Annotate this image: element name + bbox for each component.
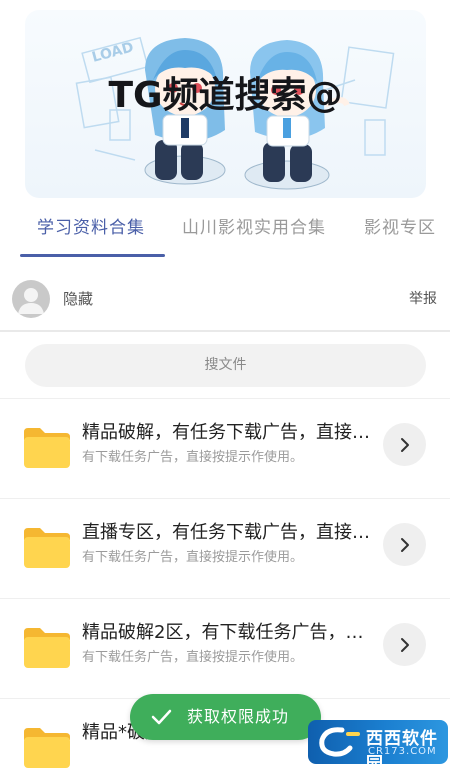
file-title: 精品破解，有任务下载广告，直接按提示作使用。	[82, 422, 372, 443]
banner-image[interactable]: LOAD TG频道搜索@	[25, 10, 426, 198]
list-item[interactable]: 直播专区，有任务下载广告，直接按提示作使用。 有下载任务广告，直接按提示作使用。	[0, 498, 450, 598]
chevron-right-icon	[400, 637, 409, 652]
avatar[interactable]	[12, 280, 50, 318]
row-divider	[0, 498, 450, 499]
active-tab-indicator	[20, 254, 165, 257]
banner-title-line1: TG频道搜索@	[108, 75, 343, 116]
file-description: 有下载任务广告，直接按提示作使用。	[82, 450, 304, 465]
file-description: 有下载任务广告，直接按提示作使用。	[82, 550, 304, 565]
report-button[interactable]: 举报	[409, 270, 437, 328]
tab-shanchuan-video[interactable]: 山川影视实用合集	[182, 198, 326, 258]
banner-title: TG频道搜索@ ddddffxxr	[25, 10, 426, 199]
site-watermark: 西西软件园 CR173.COM	[308, 720, 448, 764]
owner-name: 隐藏	[63, 290, 94, 308]
divider	[0, 330, 450, 332]
watermark-url: CR173.COM	[368, 746, 437, 757]
list-item[interactable]: 精品破解2区，有下载任务广告，直接按提示作使用。 有下载任务广告，直接按提示作使…	[0, 598, 450, 698]
folder-icon	[24, 628, 70, 668]
owner-row: 隐藏 举报	[0, 270, 450, 328]
open-file-button[interactable]	[383, 623, 426, 666]
check-icon	[151, 709, 172, 725]
folder-icon	[24, 428, 70, 468]
toast-text: 获取权限成功	[187, 707, 290, 726]
folder-icon	[24, 728, 70, 768]
file-description: 有下载任务广告，直接按提示作使用。	[82, 650, 304, 665]
watermark-title: 西西软件园	[366, 729, 438, 764]
watermark-logo-icon	[319, 727, 360, 757]
search-input[interactable]: 搜文件	[25, 344, 426, 387]
tab-video-zone[interactable]: 影视专区	[364, 198, 436, 258]
list-item[interactable]: 精品破解，有任务下载广告，直接按提示作使用。 有下载任务广告，直接按提示作使用。	[0, 398, 450, 498]
open-file-button[interactable]	[383, 423, 426, 466]
category-tabs: 学习资料合集 山川影视实用合集 影视专区	[0, 198, 450, 258]
file-title: 直播专区，有任务下载广告，直接按提示作使用。	[82, 522, 372, 543]
toast-message: 获取权限成功	[130, 694, 321, 740]
row-divider	[0, 598, 450, 599]
user-avatar-icon	[18, 288, 44, 314]
tab-study-materials[interactable]: 学习资料合集	[37, 198, 145, 258]
open-file-button[interactable]	[383, 523, 426, 566]
row-divider	[0, 398, 450, 399]
folder-icon	[24, 528, 70, 568]
file-title: 精品破解2区，有下载任务广告，直接按提示作使用。	[82, 622, 372, 643]
chevron-right-icon	[400, 537, 409, 552]
chevron-right-icon	[400, 437, 409, 452]
